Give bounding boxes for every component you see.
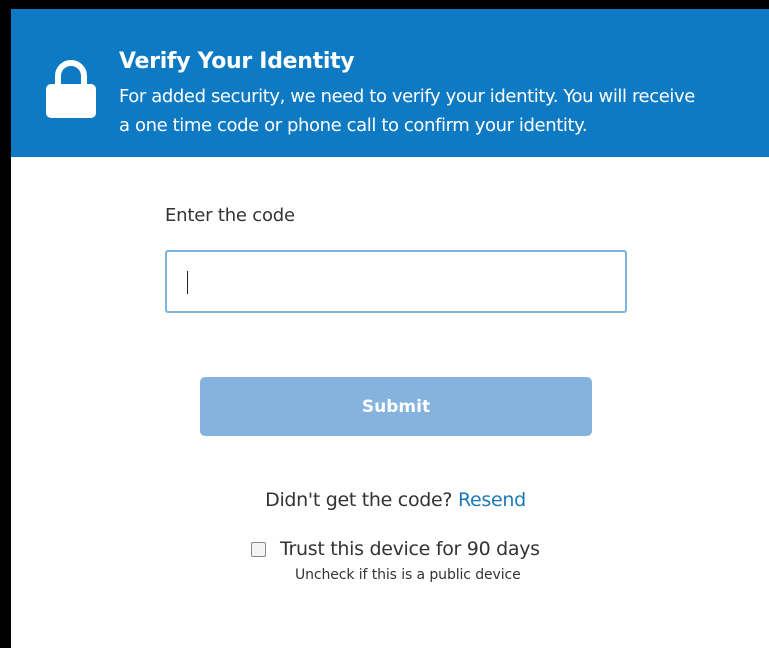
page-title: Verify Your Identity (119, 49, 355, 74)
trust-device-hint: Uncheck if this is a public device (295, 567, 521, 583)
lock-icon (46, 60, 96, 118)
submit-button[interactable]: Submit (200, 377, 592, 436)
resend-prompt: Didn't get the code? (265, 489, 453, 511)
trust-device-row[interactable]: Trust this device for 90 days (251, 538, 540, 560)
header-description-line: a one time code or phone call to confirm… (119, 115, 588, 136)
trust-device-label[interactable]: Trust this device for 90 days (280, 538, 540, 560)
resend-link[interactable]: Resend (458, 489, 526, 511)
trust-device-checkbox[interactable] (251, 541, 266, 557)
header-description-line: For added security, we need to verify yo… (119, 86, 695, 107)
header-description: For added security, we need to verify yo… (119, 82, 759, 140)
code-input[interactable] (165, 250, 627, 313)
text-caret (187, 271, 188, 294)
resend-row: Didn't get the code? Resend (0, 489, 769, 511)
code-field-label: Enter the code (165, 205, 295, 226)
verify-header: Verify Your Identity For added security,… (11, 9, 769, 157)
